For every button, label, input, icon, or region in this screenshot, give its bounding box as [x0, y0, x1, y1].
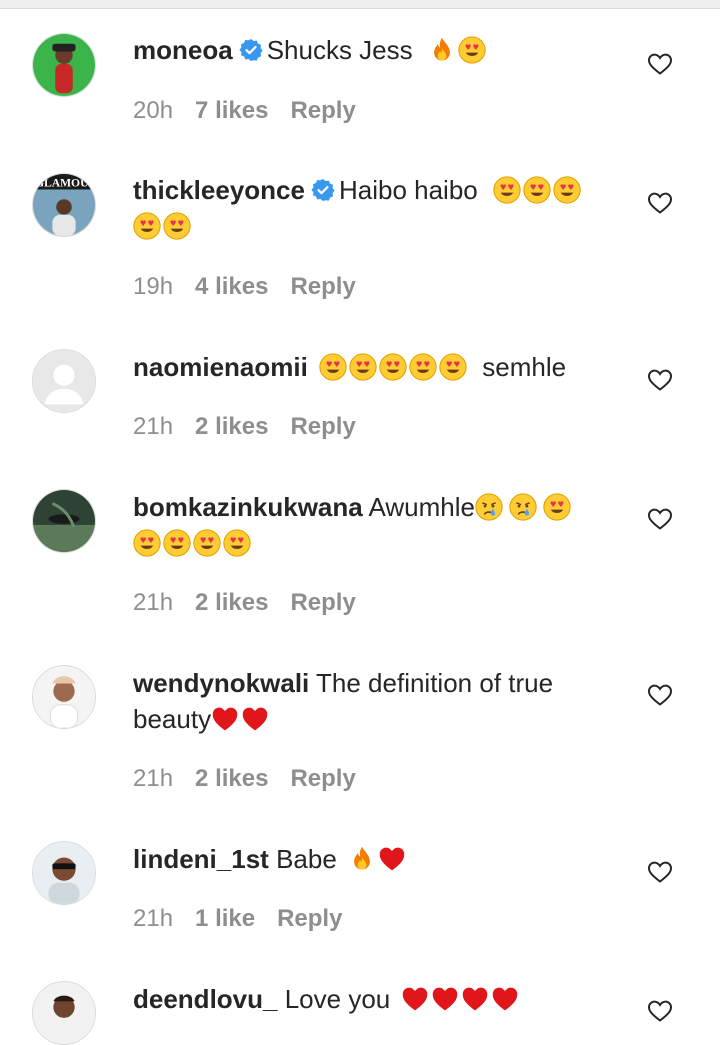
- heart-outline-icon[interactable]: [647, 191, 673, 215]
- timestamp: 21h: [133, 589, 174, 616]
- reply-button[interactable]: Reply: [290, 589, 355, 616]
- timestamp: 21h: [133, 905, 174, 932]
- heart-eyes-emoji-icon: [133, 212, 161, 240]
- heart-eyes-emoji-icon: [543, 493, 571, 521]
- red-heart-emoji-icon: [241, 705, 269, 733]
- heart-outline-icon[interactable]: [647, 860, 673, 884]
- likes-count[interactable]: 7 likes: [195, 97, 268, 124]
- likes-count[interactable]: 1 like: [195, 905, 255, 932]
- avatar[interactable]: [32, 981, 96, 1045]
- timestamp: 21h: [133, 413, 174, 440]
- comment-meta: 19h 4 likes Reply: [133, 273, 378, 301]
- comment-body: semhle: [482, 352, 567, 382]
- heart-eyes-emoji-icon: [409, 353, 437, 381]
- likes-count[interactable]: 2 likes: [195, 765, 268, 792]
- timestamp: 21h: [133, 765, 174, 792]
- red-heart-emoji-icon: [378, 845, 406, 873]
- reply-button[interactable]: Reply: [290, 413, 355, 440]
- comment-text: deendlovu_ Love you: [133, 981, 613, 1017]
- username[interactable]: moneoa: [133, 35, 233, 65]
- username[interactable]: deendlovu_: [133, 984, 277, 1014]
- red-heart-emoji-icon: [491, 985, 519, 1013]
- heart-outline-icon[interactable]: [647, 683, 673, 707]
- comment-meta: 21h 1 like Reply: [133, 905, 364, 933]
- comment-text: moneoa Shucks Jess: [133, 32, 613, 68]
- heart-eyes-emoji-icon: [349, 353, 377, 381]
- comment-text: thickleeyonce Haibo haibo: [133, 172, 613, 244]
- username[interactable]: bomkazinkukwana: [133, 492, 363, 522]
- verified-badge-icon: [311, 178, 335, 202]
- heart-eyes-emoji-icon: [193, 529, 221, 557]
- heart-outline-icon[interactable]: [647, 368, 673, 392]
- timestamp: 20h: [133, 97, 174, 124]
- avatar[interactable]: GLAMOUR: [32, 173, 96, 237]
- comment-meta: 21h 2 likes Reply: [133, 765, 378, 793]
- heart-eyes-emoji-icon: [553, 176, 581, 204]
- fire-emoji-icon: [348, 845, 376, 873]
- red-heart-emoji-icon: [401, 985, 429, 1013]
- heart-outline-icon[interactable]: [647, 999, 673, 1023]
- top-divider: [0, 0, 720, 9]
- comment-text: bomkazinkukwana Awumhle: [133, 489, 613, 561]
- heart-outline-icon[interactable]: [647, 507, 673, 531]
- heart-outline-icon[interactable]: [647, 52, 673, 76]
- fire-emoji-icon: [428, 36, 456, 64]
- verified-badge-icon: [239, 38, 263, 62]
- heart-eyes-emoji-icon: [458, 36, 486, 64]
- crying-emoji-icon: [475, 493, 503, 521]
- comment-text: naomienaomii semhle: [133, 349, 613, 385]
- reply-button[interactable]: Reply: [290, 765, 355, 792]
- comment-meta: 20h 7 likes Reply: [133, 97, 378, 125]
- svg-text:GLAMOUR: GLAMOUR: [35, 177, 95, 190]
- comment-meta: 21h 2 likes Reply: [133, 413, 378, 441]
- comment-body: Haibo haibo: [338, 175, 478, 205]
- heart-eyes-emoji-icon: [379, 353, 407, 381]
- username[interactable]: naomienaomii: [133, 352, 308, 382]
- avatar[interactable]: [32, 841, 96, 905]
- heart-eyes-emoji-icon: [523, 176, 551, 204]
- comment-body: Babe: [276, 844, 337, 874]
- reply-button[interactable]: Reply: [290, 273, 355, 300]
- heart-eyes-emoji-icon: [493, 176, 521, 204]
- avatar[interactable]: [32, 33, 96, 97]
- timestamp: 19h: [133, 273, 174, 300]
- heart-eyes-emoji-icon: [163, 529, 191, 557]
- red-heart-emoji-icon: [461, 985, 489, 1013]
- username[interactable]: wendynokwali: [133, 668, 309, 698]
- comment-meta: 21h 2 likes Reply: [133, 589, 378, 617]
- comment-text: wendynokwali The definition of true beau…: [133, 665, 613, 737]
- heart-eyes-emoji-icon: [319, 353, 347, 381]
- red-heart-emoji-icon: [431, 985, 459, 1013]
- likes-count[interactable]: 2 likes: [195, 413, 268, 440]
- username[interactable]: thickleeyonce: [133, 175, 305, 205]
- comment-body: Awumhle: [368, 492, 475, 522]
- username[interactable]: lindeni_1st: [133, 844, 269, 874]
- comment-body: Love you: [284, 984, 391, 1014]
- red-heart-emoji-icon: [211, 705, 239, 733]
- comment-body: Shucks Jess: [266, 35, 413, 65]
- heart-eyes-emoji-icon: [439, 353, 467, 381]
- heart-eyes-emoji-icon: [163, 212, 191, 240]
- reply-button[interactable]: Reply: [277, 905, 342, 932]
- reply-button[interactable]: Reply: [290, 97, 355, 124]
- avatar[interactable]: [32, 349, 96, 413]
- heart-eyes-emoji-icon: [133, 529, 161, 557]
- likes-count[interactable]: 4 likes: [195, 273, 268, 300]
- avatar[interactable]: [32, 665, 96, 729]
- heart-eyes-emoji-icon: [223, 529, 251, 557]
- likes-count[interactable]: 2 likes: [195, 589, 268, 616]
- crying-emoji-icon: [509, 493, 537, 521]
- comment-text: lindeni_1st Babe: [133, 841, 613, 877]
- avatar[interactable]: [32, 489, 96, 553]
